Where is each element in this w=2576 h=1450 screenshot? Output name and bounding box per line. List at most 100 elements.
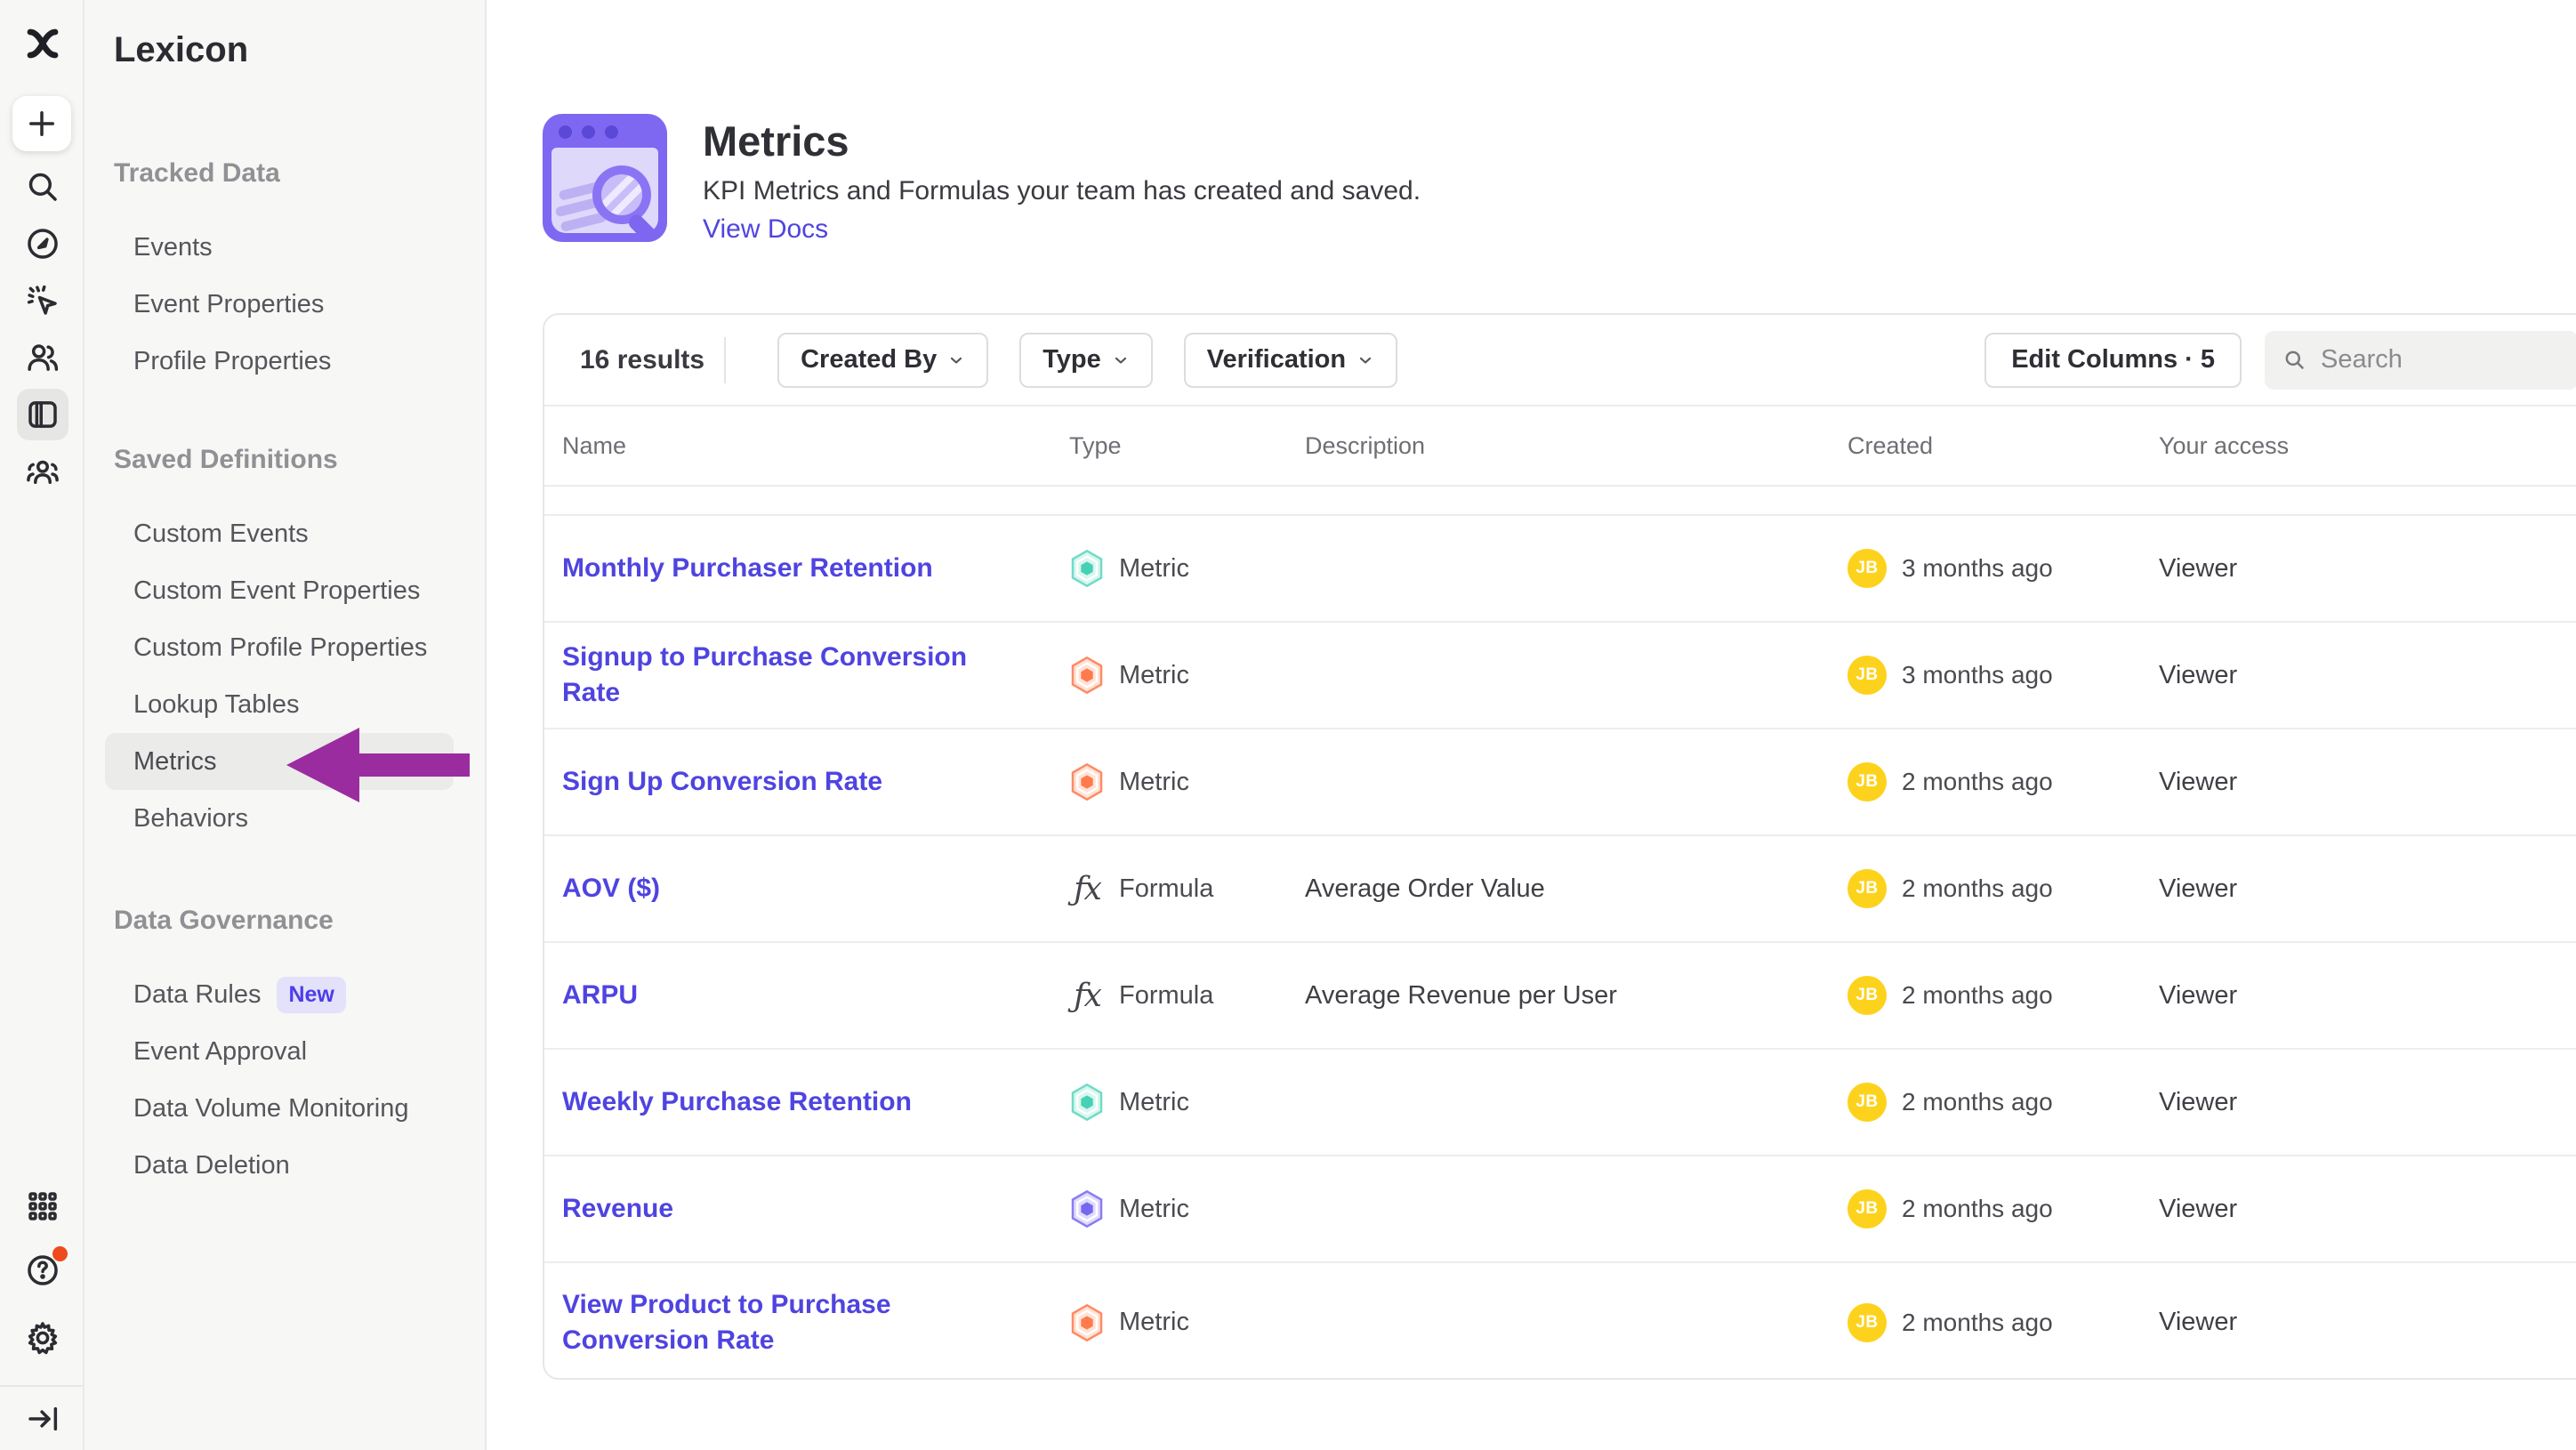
type-label: Metric: [1119, 768, 1189, 797]
type-icon: ƒx: [1069, 762, 1105, 802]
type-icon: ƒx: [1069, 1083, 1105, 1122]
table-body: Monthly Purchaser Retention ƒx Metric: [544, 516, 2576, 1380]
sidebar-item-label: Behaviors: [133, 804, 248, 834]
new-badge: New: [277, 977, 345, 1013]
sidebar-item[interactable]: Data Rules New: [105, 966, 454, 1023]
table-row[interactable]: Weekly Purchase Retention ƒx Metric: [544, 1050, 2576, 1156]
description-cell: Average Order Value: [1305, 874, 1847, 904]
tracked-data-items: Events Event Properties Profile Properti…: [85, 219, 485, 390]
avatar: JB: [1847, 762, 1887, 802]
rail-apps-button[interactable]: [0, 1173, 85, 1239]
search-icon: [24, 168, 61, 205]
sidebar-item-label: Data Volume Monitoring: [133, 1094, 409, 1124]
sidebar-item[interactable]: Custom Event Properties: [105, 562, 454, 619]
col-header-name[interactable]: Name: [562, 432, 1069, 460]
mixpanel-logo[interactable]: [0, 0, 85, 89]
filter-bar: 16 results Created By Type Verification …: [544, 315, 2576, 407]
col-header-description[interactable]: Description: [1305, 432, 1847, 460]
type-label: Metric: [1119, 1195, 1189, 1224]
view-docs-link[interactable]: View Docs: [703, 212, 828, 247]
metric-name-link[interactable]: View Product to Purchase Conversion Rate: [562, 1287, 1069, 1358]
filter-created-by[interactable]: Created By: [777, 333, 988, 388]
access-cell: Viewer: [2159, 768, 2576, 797]
sidebar-item-label: Custom Profile Properties: [133, 633, 427, 663]
avatar: JB: [1847, 1189, 1887, 1228]
table-row[interactable]: Sign Up Conversion Rate ƒx Metric: [544, 729, 2576, 836]
metric-name-link[interactable]: Revenue: [562, 1191, 718, 1227]
metric-name-link[interactable]: ARPU: [562, 978, 682, 1013]
table-row[interactable]: Signup to Purchase Conversion Rate ƒx Me…: [544, 623, 2576, 729]
type-label: Formula: [1119, 874, 1213, 904]
type-label: Metric: [1119, 661, 1189, 690]
rail-lexicon-button[interactable]: [0, 386, 85, 443]
plus-icon: [23, 105, 60, 142]
create-new-button[interactable]: [12, 96, 71, 151]
col-header-type[interactable]: Type: [1069, 432, 1305, 460]
sidebar-item[interactable]: Profile Properties: [105, 333, 454, 390]
avatar: JB: [1847, 549, 1887, 588]
rail-cohorts-button[interactable]: [0, 443, 85, 500]
access-cell: Viewer: [2159, 661, 2576, 690]
metric-name-link[interactable]: Sign Up Conversion Rate: [562, 764, 927, 800]
rail-users-button[interactable]: [0, 329, 85, 386]
page-header: Metrics KPI Metrics and Formulas your te…: [543, 114, 1421, 247]
metric-name-link[interactable]: Weekly Purchase Retention: [562, 1084, 956, 1120]
filter-type[interactable]: Type: [1019, 333, 1153, 388]
sidebar-item[interactable]: Metrics: [105, 733, 454, 790]
access-cell: Viewer: [2159, 981, 2576, 1011]
avatar: JB: [1847, 1083, 1887, 1122]
rail-settings-button[interactable]: [0, 1305, 85, 1371]
rail-discover-button[interactable]: [0, 215, 85, 272]
created-date: 2 months ago: [1902, 874, 2053, 903]
sidebar-item[interactable]: Event Approval: [105, 1023, 454, 1080]
created-date: 2 months ago: [1902, 981, 2053, 1010]
table-row-partial: [544, 487, 2576, 516]
sidebar-item[interactable]: Lookup Tables: [105, 676, 454, 733]
table-row[interactable]: ARPU ƒx Formula Average Revenue per: [544, 943, 2576, 1050]
user-group-icon: [24, 453, 61, 490]
table-search[interactable]: [2265, 331, 2576, 390]
compass-icon: [24, 225, 61, 262]
col-header-access[interactable]: Your access: [2159, 432, 2576, 460]
sidebar-item[interactable]: Custom Events: [105, 505, 454, 562]
type-icon: ƒx: [1069, 656, 1105, 695]
sidebar-item[interactable]: Data Volume Monitoring: [105, 1080, 454, 1137]
search-input[interactable]: [2321, 345, 2560, 375]
col-header-created[interactable]: Created: [1847, 432, 2159, 460]
filter-verification[interactable]: Verification: [1184, 333, 1397, 388]
sidebar-item-label: Custom Event Properties: [133, 576, 420, 606]
access-cell: Viewer: [2159, 1308, 2576, 1337]
access-cell: Viewer: [2159, 1195, 2576, 1224]
sidebar-item[interactable]: Behaviors: [105, 790, 454, 847]
type-label: Metric: [1119, 1308, 1189, 1337]
table-row[interactable]: AOV ($) ƒx Formula Average Order Va: [544, 836, 2576, 943]
rail-events-button[interactable]: [0, 272, 85, 329]
active-rail-highlight: [17, 389, 68, 440]
avatar: JB: [1847, 869, 1887, 908]
rail-search-button[interactable]: [0, 158, 85, 215]
table-row[interactable]: Monthly Purchaser Retention ƒx Metric: [544, 516, 2576, 623]
table-row[interactable]: Revenue ƒx Metric: [544, 1156, 2576, 1263]
avatar: JB: [1847, 656, 1887, 695]
avatar: JB: [1847, 1303, 1887, 1342]
saved-definitions-items: Custom Events Custom Event Properties Cu…: [85, 505, 485, 847]
sidebar-item[interactable]: Custom Profile Properties: [105, 619, 454, 676]
table-row[interactable]: View Product to Purchase Conversion Rate…: [544, 1263, 2576, 1380]
metric-name-link[interactable]: Signup to Purchase Conversion Rate: [562, 640, 1069, 711]
access-cell: Viewer: [2159, 874, 2576, 904]
chevron-down-icon: [947, 351, 965, 369]
collapse-sidebar-button[interactable]: [0, 1387, 85, 1450]
sidebar-item[interactable]: Data Deletion: [105, 1137, 454, 1194]
sidebar-item-label: Metrics: [133, 747, 216, 777]
created-date: 2 months ago: [1902, 1309, 2053, 1337]
metric-name-link[interactable]: AOV ($): [562, 871, 704, 906]
results-count: 16 results: [580, 345, 704, 375]
metric-name-link[interactable]: Monthly Purchaser Retention: [562, 551, 978, 586]
sidebar-item[interactable]: Event Properties: [105, 276, 454, 333]
sidebar-item[interactable]: Events: [105, 219, 454, 276]
collapse-arrow-icon: [24, 1400, 61, 1438]
data-governance-items: Data Rules New Event Approval Data Volum…: [85, 966, 485, 1194]
created-date: 3 months ago: [1902, 661, 2053, 689]
edit-columns-button[interactable]: Edit Columns · 5: [1984, 333, 2242, 388]
rail-help-button[interactable]: [0, 1239, 85, 1305]
